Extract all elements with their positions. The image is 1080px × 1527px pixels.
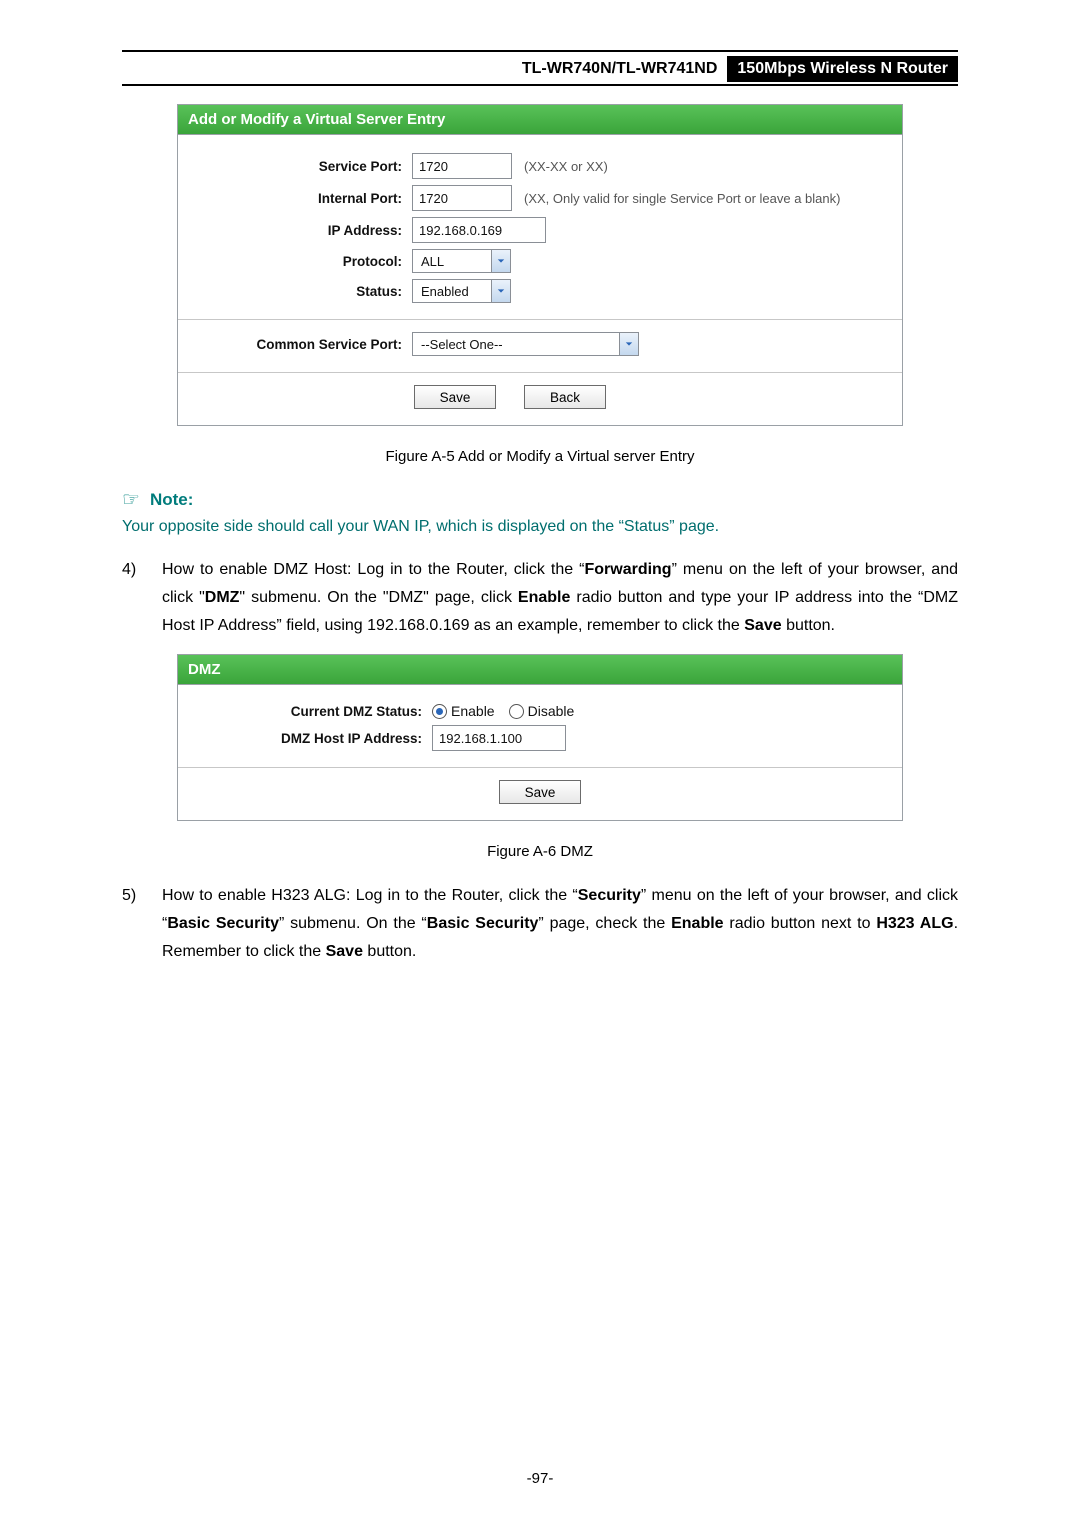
enable-radio[interactable] [432, 704, 447, 719]
pointing-hand-icon: ☞ [122, 487, 140, 512]
bold-span: H323 ALG [876, 915, 953, 932]
disable-radio-label: Disable [528, 703, 575, 719]
bold-span: Basic Security [427, 915, 539, 932]
list-item-text: How to enable DMZ Host: Log in to the Ro… [162, 556, 958, 640]
bold-span: Enable [518, 589, 570, 606]
text-span: ” page, check the [538, 915, 671, 932]
text-span: ” submenu. On the “ [279, 915, 427, 932]
list-item-number: 4) [122, 556, 162, 640]
text-span: button. [363, 943, 416, 960]
common-service-port-row: Common Service Port: --Select One-- [192, 332, 888, 356]
text-span: " submenu. On the "DMZ" page, click [239, 589, 518, 606]
document-header: TL-WR740N/TL-WR741ND 150Mbps Wireless N … [122, 56, 958, 82]
dmz-panel-wrap: DMZ Current DMZ Status: Enable Disable D… [177, 654, 903, 821]
list-item-5: 5) How to enable H323 ALG: Log in to the… [122, 882, 958, 966]
protocol-select-value: ALL [413, 253, 491, 270]
service-port-label: Service Port: [192, 159, 412, 174]
status-select-value: Enabled [413, 283, 491, 300]
bold-span: Save [326, 943, 363, 960]
bold-span: Save [744, 617, 781, 634]
note-text: Your opposite side should call your WAN … [122, 518, 958, 536]
panel-separator [178, 767, 902, 768]
dmz-panel-body: Current DMZ Status: Enable Disable DMZ H… [178, 684, 902, 820]
text-span: radio button next to [724, 915, 877, 932]
panel-separator [178, 372, 902, 373]
protocol-row: Protocol: ALL [192, 249, 888, 273]
bold-span: Basic Security [167, 915, 279, 932]
dmz-host-ip-input[interactable] [432, 725, 566, 751]
dmz-panel: DMZ Current DMZ Status: Enable Disable D… [177, 654, 903, 821]
note-label: Note: [150, 490, 193, 510]
virtual-server-panel-title: Add or Modify a Virtual Server Entry [178, 105, 902, 134]
virtual-server-buttons: Save Back [414, 385, 888, 409]
header-top-rule [122, 50, 958, 52]
dmz-status-row: Current DMZ Status: Enable Disable [192, 703, 888, 719]
dmz-buttons: Save [192, 780, 888, 804]
common-service-port-label: Common Service Port: [192, 337, 412, 352]
common-service-port-value: --Select One-- [413, 336, 619, 353]
enable-radio-label: Enable [451, 703, 495, 719]
figure-a5-caption: Figure A-5 Add or Modify a Virtual serve… [122, 448, 958, 465]
service-port-input[interactable] [412, 153, 512, 179]
dmz-status-label: Current DMZ Status: [192, 704, 432, 719]
ip-address-row: IP Address: [192, 217, 888, 243]
dmz-host-ip-label: DMZ Host IP Address: [192, 731, 432, 746]
internal-port-input[interactable] [412, 185, 512, 211]
bold-span: DMZ [205, 589, 240, 606]
disable-radio[interactable] [509, 704, 524, 719]
header-product-text: 150Mbps Wireless N Router [727, 56, 958, 82]
dmz-host-ip-row: DMZ Host IP Address: [192, 725, 888, 751]
save-button[interactable]: Save [414, 385, 496, 409]
save-button[interactable]: Save [499, 780, 581, 804]
panel-separator [178, 319, 902, 320]
bold-span: Forwarding [584, 561, 671, 578]
header-model-text: TL-WR740N/TL-WR741ND [522, 56, 728, 82]
page-number: -97- [0, 1470, 1080, 1487]
common-service-port-select[interactable]: --Select One-- [412, 332, 639, 356]
header-bottom-rule [122, 84, 958, 86]
status-select[interactable]: Enabled [412, 279, 511, 303]
chevron-down-icon [491, 250, 510, 272]
internal-port-hint: (XX, Only valid for single Service Port … [524, 191, 840, 206]
protocol-label: Protocol: [192, 254, 412, 269]
figure-a6-caption: Figure A-6 DMZ [122, 843, 958, 860]
text-span: How to enable H323 ALG: Log in to the Ro… [162, 887, 578, 904]
chevron-down-icon [619, 333, 638, 355]
internal-port-row: Internal Port: (XX, Only valid for singl… [192, 185, 888, 211]
ip-address-input[interactable] [412, 217, 546, 243]
service-port-hint: (XX-XX or XX) [524, 159, 608, 174]
text-span: button. [782, 617, 835, 634]
service-port-row: Service Port: (XX-XX or XX) [192, 153, 888, 179]
text-span: How to enable DMZ Host: Log in to the Ro… [162, 561, 584, 578]
protocol-select[interactable]: ALL [412, 249, 511, 273]
chevron-down-icon [491, 280, 510, 302]
status-label: Status: [192, 284, 412, 299]
list-item-4: 4) How to enable DMZ Host: Log in to the… [122, 556, 958, 640]
virtual-server-panel: Add or Modify a Virtual Server Entry Ser… [177, 104, 903, 426]
bold-span: Enable [671, 915, 723, 932]
list-item-number: 5) [122, 882, 162, 966]
ip-address-label: IP Address: [192, 223, 412, 238]
bold-span: Security [578, 887, 641, 904]
list-item-text: How to enable H323 ALG: Log in to the Ro… [162, 882, 958, 966]
dmz-panel-title: DMZ [178, 655, 902, 684]
internal-port-label: Internal Port: [192, 191, 412, 206]
document-page: TL-WR740N/TL-WR741ND 150Mbps Wireless N … [0, 0, 1080, 1527]
status-row: Status: Enabled [192, 279, 888, 303]
virtual-server-panel-body: Service Port: (XX-XX or XX) Internal Por… [178, 134, 902, 425]
back-button[interactable]: Back [524, 385, 606, 409]
note-heading-row: ☞ Note: [122, 487, 958, 512]
